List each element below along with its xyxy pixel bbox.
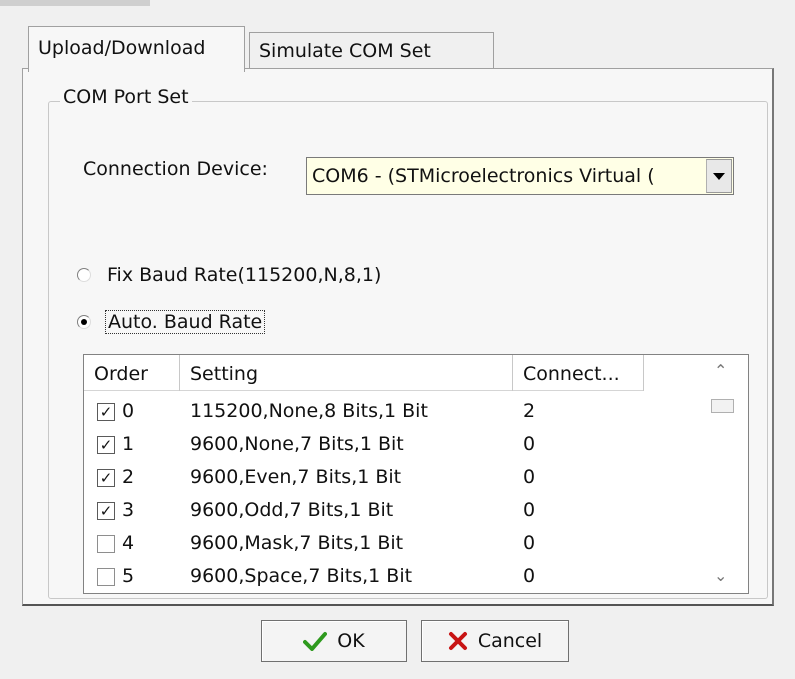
row-checkbox[interactable] (97, 535, 115, 553)
row-order: 1 (122, 433, 135, 455)
x-icon (448, 631, 468, 651)
auto-baud-rate-radio[interactable] (77, 315, 91, 329)
table-row[interactable]: 4 9600,Mask,7 Bits,1 Bit 0 (84, 527, 684, 560)
list-header: Order Setting Connect... (84, 355, 644, 391)
auto-baud-rate-option[interactable]: Auto. Baud Rate (77, 307, 266, 337)
tab-upload-download[interactable]: Upload/Download (28, 26, 245, 72)
title-bar-fragment (0, 0, 150, 6)
row-connect-count: 0 (523, 466, 536, 488)
ok-label: OK (337, 630, 365, 652)
tab-simulate-com-set[interactable]: Simulate COM Set (249, 32, 494, 70)
row-connect-count: 2 (523, 400, 536, 422)
row-connect-count: 0 (523, 532, 536, 554)
connection-device-label: Connection Device: (83, 158, 268, 180)
column-header-connect[interactable]: Connect... (513, 355, 644, 391)
row-setting: 9600,Mask,7 Bits,1 Bit (190, 532, 404, 554)
connection-device-select[interactable]: COM6 - (STMicroelectronics Virtual ( (306, 157, 734, 195)
column-header-setting[interactable]: Setting (180, 355, 513, 391)
row-setting: 9600,None,7 Bits,1 Bit (190, 433, 404, 455)
row-connect-count: 0 (523, 565, 536, 587)
row-setting: 9600,Space,7 Bits,1 Bit (190, 565, 413, 587)
group-title: COM Port Set (60, 86, 192, 108)
row-order: 4 (122, 532, 135, 554)
table-row[interactable]: ✓ 2 9600,Even,7 Bits,1 Bit 0 (84, 461, 684, 494)
table-row[interactable]: ✓ 1 9600,None,7 Bits,1 Bit 0 (84, 428, 684, 461)
fix-baud-rate-label: Fix Baud Rate(115200,N,8,1) (107, 264, 382, 286)
row-setting: 9600,Even,7 Bits,1 Bit (190, 466, 402, 488)
list-rows: ✓ 0 115200,None,8 Bits,1 Bit 2 ✓ 1 9600,None,7… (84, 395, 684, 593)
chevron-down-icon[interactable]: ⌄ (714, 566, 727, 585)
chevron-down-icon (713, 172, 725, 180)
row-setting: 115200,None,8 Bits,1 Bit (190, 400, 428, 422)
row-checkbox[interactable]: ✓ (97, 403, 115, 421)
row-connect-count: 0 (523, 433, 536, 455)
table-row[interactable]: ✓ 0 115200,None,8 Bits,1 Bit 2 (84, 395, 684, 428)
connection-device-value: COM6 - (STMicroelectronics Virtual ( (312, 165, 655, 187)
row-checkbox[interactable]: ✓ (97, 502, 115, 520)
dropdown-button[interactable] (706, 159, 732, 193)
row-order: 3 (122, 499, 135, 521)
row-checkbox[interactable]: ✓ (97, 436, 115, 454)
vertical-scrollbar[interactable]: ⌃ ⌄ (696, 355, 748, 593)
cancel-button[interactable]: Cancel (421, 620, 569, 662)
row-order: 2 (122, 466, 135, 488)
row-connect-count: 0 (523, 499, 536, 521)
row-checkbox[interactable] (97, 568, 115, 586)
com-port-set-group: COM Port Set Connection Device: COM6 - (… (48, 86, 768, 599)
column-header-order[interactable]: Order (84, 355, 180, 391)
chevron-up-icon[interactable]: ⌃ (714, 361, 727, 380)
auto-baud-rate-label: Auto. Baud Rate (105, 310, 266, 334)
scroll-thumb[interactable] (711, 399, 734, 413)
tab-panel: COM Port Set Connection Device: COM6 - (… (22, 68, 774, 606)
baud-settings-list[interactable]: Order Setting Connect... ✓ 0 115200,None,8… (83, 354, 749, 594)
table-row[interactable]: 5 9600,Space,7 Bits,1 Bit 0 (84, 560, 684, 593)
row-setting: 9600,Odd,7 Bits,1 Bit (190, 499, 394, 521)
row-order: 5 (122, 565, 135, 587)
cancel-label: Cancel (477, 630, 543, 652)
row-checkbox[interactable]: ✓ (97, 469, 115, 487)
fix-baud-rate-option[interactable]: Fix Baud Rate(115200,N,8,1) (77, 260, 383, 290)
row-order: 0 (122, 400, 135, 422)
checkmark-icon (303, 631, 328, 651)
table-row[interactable]: ✓ 3 9600,Odd,7 Bits,1 Bit 0 (84, 494, 684, 527)
ok-button[interactable]: OK (261, 620, 407, 662)
fix-baud-rate-radio[interactable] (77, 268, 91, 282)
